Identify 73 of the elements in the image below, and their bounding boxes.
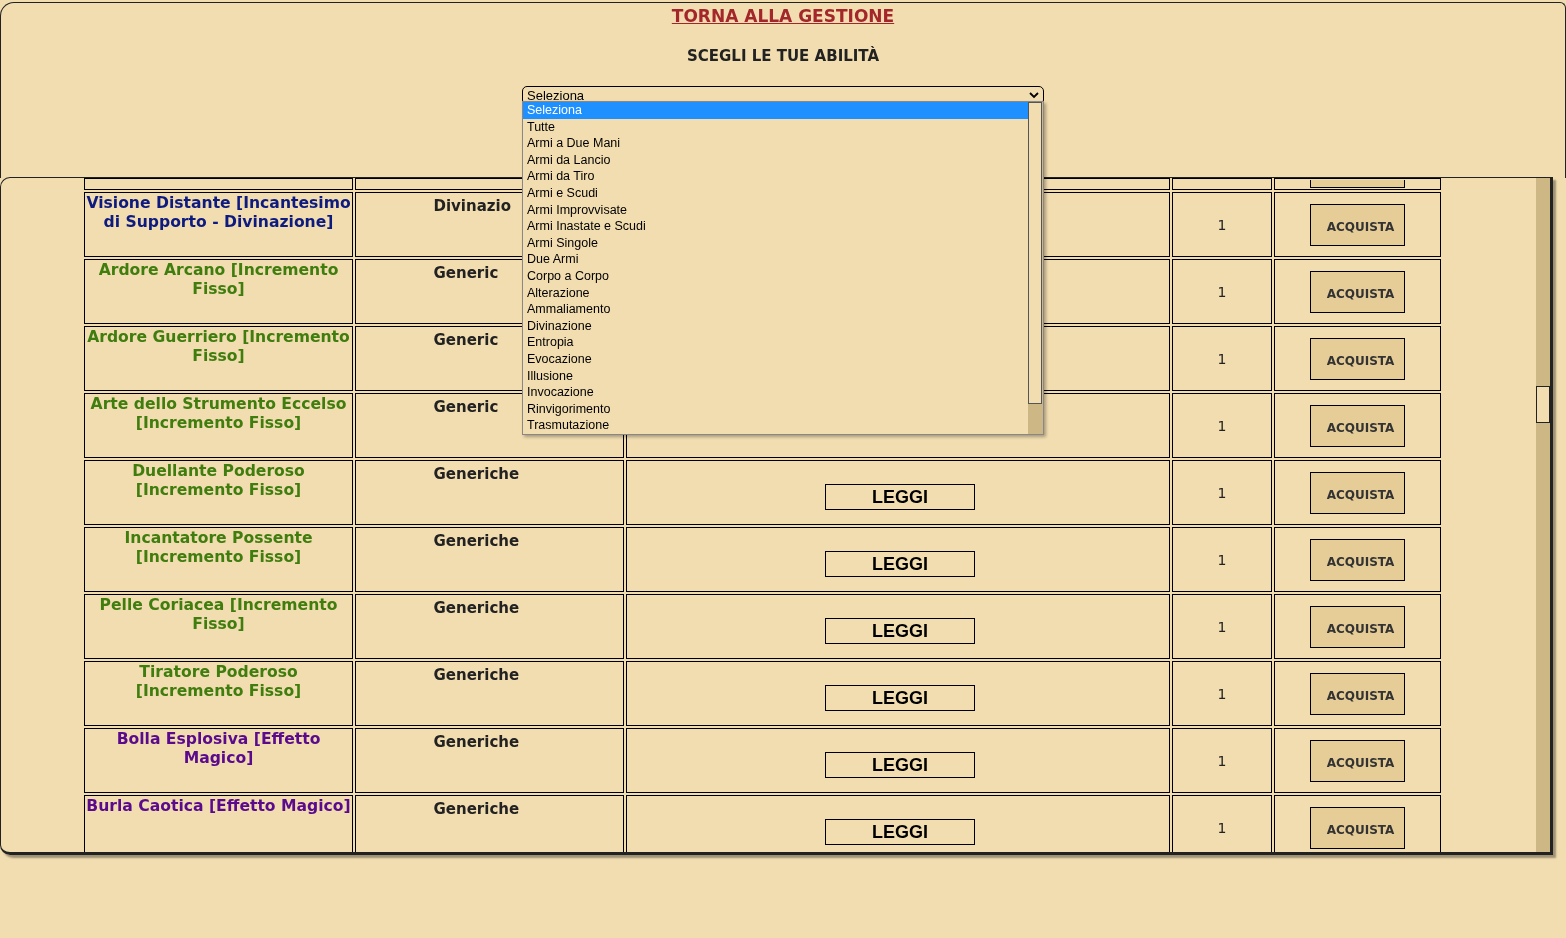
read-button[interactable]: LEGGI	[825, 617, 975, 644]
buy-button[interactable]: ACQUISTA	[1310, 806, 1405, 849]
skill-name: Tiratore Poderoso [Incremento Fisso]	[134, 663, 303, 701]
skill-name: Arte dello Strumento Eccelso [Incremento Fisso]	[89, 395, 348, 433]
category-text: Generiche	[433, 532, 520, 550]
category-text: Generic	[433, 331, 499, 349]
read-button[interactable]: LEGGI	[825, 751, 975, 778]
dropdown-option[interactable]: Armi Singole	[523, 234, 1028, 252]
cost-text: 1	[1217, 350, 1227, 367]
scrollbar[interactable]	[1028, 102, 1043, 434]
cost-text: 1	[1217, 283, 1227, 300]
dropdown-option[interactable]: Alterazione	[523, 284, 1028, 302]
dropdown-option[interactable]: Evocazione	[523, 350, 1028, 368]
dropdown-option[interactable]: Armi Improvvisate	[523, 201, 1028, 219]
skill-name: Duellante Poderoso [Incremento Fisso]	[131, 462, 306, 500]
dropdown-option[interactable]: Armi e Scudi	[523, 184, 1028, 202]
dropdown-option[interactable]: Rinvigorimento	[523, 400, 1028, 418]
skill-name: Ardore Arcano [Incremento Fisso]	[97, 261, 340, 299]
dropdown-option[interactable]: Armi da Lancio	[523, 151, 1028, 169]
back-link[interactable]: TORNA ALLA GESTIONE	[671, 4, 895, 30]
dropdown-option[interactable]: Corpo a Corpo	[523, 267, 1028, 285]
category-text: Divinazio	[433, 197, 511, 215]
skill-name: Pelle Coriacea [Incremento Fisso]	[98, 596, 339, 634]
skill-name: Bolla Esplosiva [Effetto Magico]	[115, 730, 322, 768]
skill-name: Visione Distante [Incantesimo di Supporto - Divinazione]	[86, 194, 351, 232]
scrollbar-thumb[interactable]	[1028, 102, 1042, 404]
dropdown-option[interactable]: Due Armi	[523, 251, 1028, 268]
dropdown-option[interactable]: Armi da Tiro	[523, 168, 1028, 185]
page-heading: SCEGLI LE TUE ABILITÀ	[686, 45, 880, 67]
cost-text: 1	[1217, 819, 1227, 836]
dropdown-option[interactable]: Tutte	[523, 118, 1028, 136]
buy-button[interactable]: ACQUISTA	[1310, 471, 1405, 514]
button[interactable]	[1310, 180, 1405, 188]
skill-name: Incantatore Possente [Incremento Fisso]	[123, 529, 314, 567]
cost-text: 1	[1217, 685, 1227, 702]
category-text: Generiche	[433, 733, 520, 751]
read-button[interactable]: LEGGI	[825, 550, 975, 577]
buy-button[interactable]: ACQUISTA	[1310, 270, 1405, 313]
scrollbar-thumb[interactable]	[1536, 386, 1550, 423]
cost-text: 1	[1217, 752, 1227, 769]
read-button[interactable]: LEGGI	[825, 818, 975, 845]
dropdown-option[interactable]: Armi Inastate e Scudi	[523, 218, 1028, 235]
dropdown-option[interactable]: Armi a Due Mani	[523, 135, 1028, 152]
dropdown-option[interactable]: Entropia	[523, 334, 1028, 351]
chevron-down-icon	[1029, 92, 1039, 99]
buy-button[interactable]: ACQUISTA	[1310, 605, 1405, 648]
buy-button[interactable]: ACQUISTA	[1310, 739, 1405, 782]
skill-name: Burla Caotica [Effetto Magico]	[86, 797, 351, 816]
category-text: Generic	[433, 264, 499, 282]
read-button[interactable]: LEGGI	[825, 483, 975, 510]
cost-text: 1	[1217, 417, 1227, 434]
category-text: Generiche	[433, 666, 520, 684]
buy-button[interactable]: ACQUISTA	[1310, 538, 1405, 581]
read-button[interactable]: LEGGI	[825, 684, 975, 711]
category-text: Generiche	[433, 599, 520, 617]
scrollbar[interactable]	[1536, 178, 1553, 852]
buy-button[interactable]: ACQUISTA	[1310, 203, 1405, 246]
skill-name: Ardore Guerriero [Incremento Fisso]	[86, 328, 351, 366]
dropdown-option[interactable]: Invocazione	[523, 384, 1028, 401]
dropdown-option[interactable]: Illusione	[523, 367, 1028, 385]
dropdown-option[interactable]: Ammaliamento	[523, 301, 1028, 318]
dropdown-option[interactable]: Divinazione	[523, 317, 1028, 335]
buy-button[interactable]: ACQUISTA	[1310, 672, 1405, 715]
cost-text: 1	[1217, 484, 1227, 501]
cost-text: 1	[1217, 216, 1227, 233]
cost-text: 1	[1217, 618, 1227, 635]
dropdown-option[interactable]: Trasmutazione	[523, 417, 1028, 434]
category-text: Generiche	[433, 465, 520, 483]
cost-text: 1	[1217, 551, 1227, 568]
category-text: Generiche	[433, 800, 520, 818]
category-text: Generic	[433, 398, 499, 416]
buy-button[interactable]: ACQUISTA	[1310, 404, 1405, 447]
buy-button[interactable]: ACQUISTA	[1310, 337, 1405, 380]
